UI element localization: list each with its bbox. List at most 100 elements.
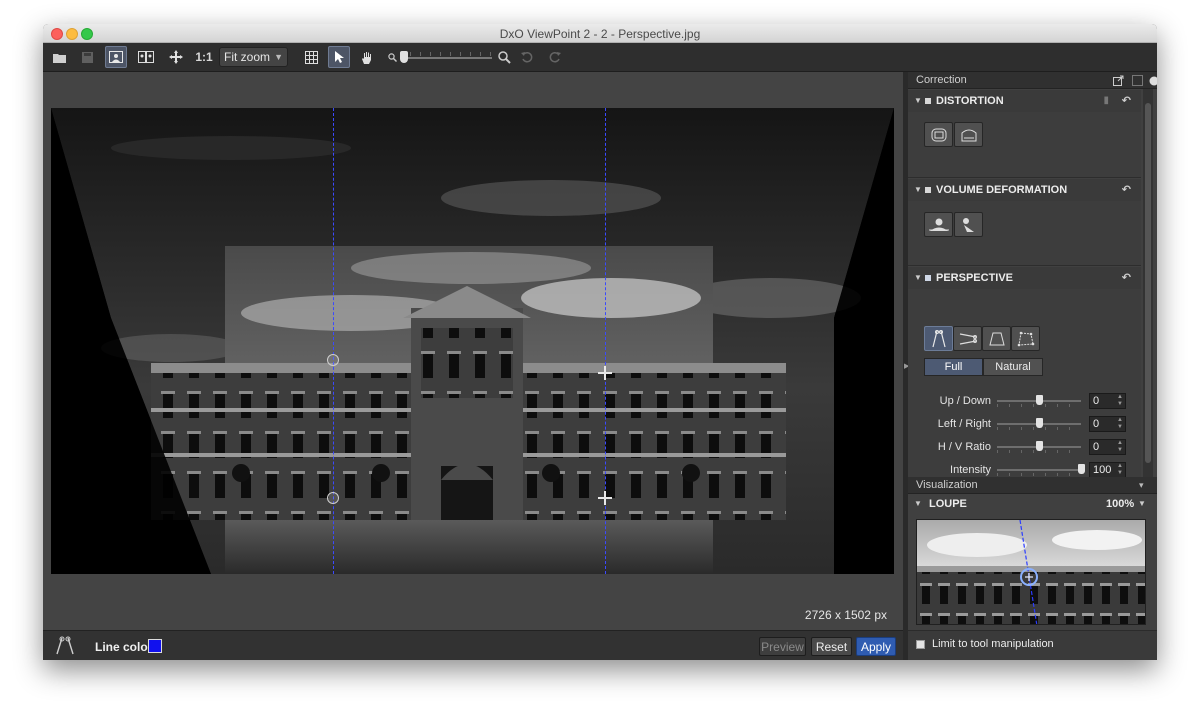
zoom-slider[interactable] — [400, 57, 492, 59]
volume-diagonal-button[interactable] — [954, 212, 983, 237]
vertical-parallel-button[interactable] — [924, 326, 953, 351]
limit-label: Limit to tool manipulation — [932, 638, 1054, 650]
stepper-icon[interactable]: ▲ ▼ — [1117, 394, 1123, 408]
guide-handle-left-top[interactable] — [327, 354, 339, 366]
zoom-select[interactable]: Fit zoom ▼ — [219, 47, 288, 67]
slider-thumb[interactable] — [1035, 441, 1043, 451]
apply-button[interactable]: Apply — [856, 637, 896, 656]
photo-image — [51, 108, 894, 574]
visualization-title: Visualization — [916, 479, 978, 491]
panel-scrollbar-thumb[interactable] — [1145, 103, 1151, 463]
barrel-distortion-button[interactable] — [924, 122, 953, 147]
perspective-checkbox[interactable] — [925, 275, 931, 281]
mode-full-button[interactable]: Full — [924, 358, 983, 376]
slider-thumb[interactable] — [1035, 395, 1043, 405]
canvas-area[interactable]: 2726 x 1502 px — [43, 72, 903, 630]
loupe-zoom-value[interactable]: 100% — [1106, 494, 1134, 514]
chevron-down-icon[interactable]: ▼ — [1138, 494, 1146, 514]
mode-natural-button[interactable]: Natural — [983, 358, 1043, 376]
open-folder-icon[interactable] — [51, 46, 69, 68]
redo-icon[interactable] — [547, 46, 563, 68]
distortion-section-body — [908, 112, 1141, 178]
person-lean-icon — [962, 217, 974, 232]
ratio-1-1-button[interactable]: 1:1 — [193, 46, 215, 68]
stepper-icon[interactable]: ▲ ▼ — [1117, 463, 1123, 477]
stepper-icon[interactable]: ▲ ▼ — [1117, 440, 1123, 454]
slider-value-input[interactable]: 100 ▲ ▼ — [1089, 462, 1126, 478]
horizontal-parallel-button[interactable] — [953, 326, 982, 351]
slider-value: 0 — [1093, 418, 1100, 430]
disclosure-triangle-icon[interactable]: ▼ — [914, 267, 922, 289]
image-size-label: 2726 x 1502 px — [804, 608, 887, 622]
split-view-icon[interactable] — [135, 46, 157, 68]
slider-label: Intensity — [950, 464, 991, 476]
volume-section-header[interactable]: ▼ VOLUME DEFORMATION ↶ — [908, 179, 1141, 201]
loupe-image — [917, 520, 1145, 624]
title-bar: DxO ViewPoint 2 - 2 - Perspective.jpg — [43, 24, 1157, 43]
single-view-icon[interactable] — [105, 46, 127, 68]
disclosure-triangle-icon[interactable]: ▼ — [914, 494, 922, 514]
select-arrow-icon[interactable] — [328, 46, 350, 68]
photo-preview[interactable] — [51, 108, 894, 574]
slider-thumb[interactable] — [1035, 418, 1043, 428]
volume-section-body — [908, 201, 1141, 266]
fisheye-distortion-button[interactable] — [954, 122, 983, 147]
reset-arrow-icon[interactable]: ↶ — [1122, 90, 1131, 112]
slider-value-input[interactable]: 0 ▲ ▼ — [1089, 439, 1126, 455]
slider-value-input[interactable]: 0 ▲ ▼ — [1089, 393, 1126, 409]
volume-horizontal-button[interactable] — [924, 212, 953, 237]
perspective-lines-icon[interactable] — [55, 636, 75, 660]
right-panel: Correction ▼ DISTORTION ▮ ↶ ▼ VOLUME DEF… — [908, 72, 1157, 660]
reset-button[interactable]: Reset — [811, 637, 852, 656]
slider-value: 0 — [1093, 395, 1100, 407]
line-color-label: Line color — [95, 640, 153, 654]
pin-icon[interactable]: ▾ — [1139, 477, 1144, 494]
slider-row-up-down: Up / Down 0 ▲ ▼ — [908, 392, 1141, 412]
hand-icon[interactable] — [358, 46, 376, 68]
eight-point-button[interactable] — [1011, 326, 1040, 351]
toolbar: 1:1 Fit zoom ▼ — [43, 43, 1157, 72]
trash-icon[interactable]: ▮ — [1103, 90, 1109, 112]
correction-title: Correction — [916, 74, 967, 86]
rectangle-perspective-button[interactable] — [982, 326, 1011, 351]
disclosure-triangle-icon[interactable]: ▼ — [914, 179, 922, 201]
stepper-icon[interactable]: ▲ ▼ — [1117, 417, 1123, 431]
chevron-down-icon: ▼ — [274, 52, 283, 62]
panel-scrollbar[interactable] — [1143, 89, 1153, 477]
perspective-section-header[interactable]: ▼ PERSPECTIVE ↶ — [908, 267, 1141, 289]
slider-value: 0 — [1093, 441, 1100, 453]
reset-arrow-icon[interactable]: ↶ — [1122, 179, 1131, 201]
window-title: DxO ViewPoint 2 - 2 - Perspective.jpg — [499, 27, 701, 41]
distortion-checkbox[interactable] — [925, 98, 931, 104]
grid-icon[interactable] — [302, 46, 320, 68]
guide-handle-right-bottom[interactable] — [598, 491, 612, 505]
slider-value-input[interactable]: 0 ▲ ▼ — [1089, 416, 1126, 432]
guide-handle-right-top[interactable] — [598, 366, 612, 380]
line-color-swatch[interactable] — [148, 639, 162, 653]
move-icon[interactable] — [167, 46, 185, 68]
bottom-bar: Line color Preview Reset Apply — [43, 630, 903, 660]
zoom-in-icon[interactable] — [496, 46, 512, 68]
slider-track[interactable] — [997, 469, 1081, 471]
perspective-guide-left[interactable] — [333, 108, 334, 574]
guide-handle-left-bottom[interactable] — [327, 492, 339, 504]
perspective-label: PERSPECTIVE — [936, 272, 1014, 284]
loupe-header[interactable]: ▼ LOUPE 100% ▼ — [908, 494, 1157, 514]
loupe-label: LOUPE — [929, 498, 967, 510]
distortion-section-header[interactable]: ▼ DISTORTION ▮ ↶ — [908, 90, 1141, 112]
save-icon[interactable] — [79, 46, 95, 68]
preview-button[interactable]: Preview — [759, 637, 806, 656]
slider-label: Left / Right — [937, 418, 991, 430]
volume-checkbox[interactable] — [925, 187, 931, 193]
limit-checkbox[interactable] — [916, 640, 925, 649]
disclosure-triangle-icon[interactable]: ▼ — [914, 90, 922, 112]
slider-thumb[interactable] — [1077, 464, 1085, 474]
person-wide-icon — [928, 218, 949, 231]
slider-row-hv-ratio: H / V Ratio 0 ▲ ▼ — [908, 438, 1141, 458]
reset-arrow-icon[interactable]: ↶ — [1122, 267, 1131, 289]
slider-value: 100 — [1093, 464, 1112, 476]
zoom-slider-thumb[interactable] — [400, 51, 408, 63]
vertical-lines-icon — [931, 329, 946, 347]
zoom-out-icon[interactable] — [386, 46, 398, 68]
undo-icon[interactable] — [519, 46, 535, 68]
